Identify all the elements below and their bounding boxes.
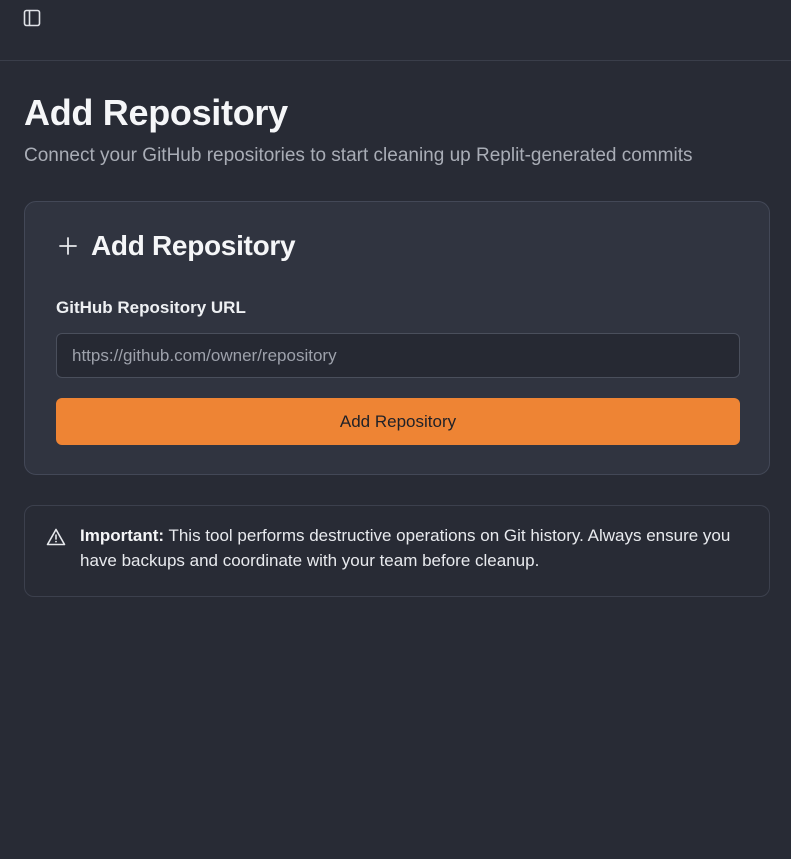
alert-message: This tool performs destructive operation… [80,526,731,570]
alert-label: Important: [80,526,165,545]
top-bar [0,0,791,61]
add-repository-card: Add Repository GitHub Repository URL Add… [24,201,770,475]
card-title: Add Repository [91,230,296,261]
card-header: Add Repository [56,230,296,262]
add-repository-button[interactable]: Add Repository [56,398,740,445]
page-title: Add Repository [24,92,288,133]
warning-triangle-icon [46,527,66,547]
sidebar-toggle-icon[interactable] [22,8,42,28]
alert-text: Important: This tool performs destructiv… [80,523,760,573]
warning-alert: Important: This tool performs destructiv… [24,505,770,597]
plus-icon [56,234,80,258]
repository-url-input[interactable] [56,333,740,378]
repository-url-label: GitHub Repository URL [56,298,246,317]
page-subtitle: Connect your GitHub repositories to star… [24,145,693,166]
